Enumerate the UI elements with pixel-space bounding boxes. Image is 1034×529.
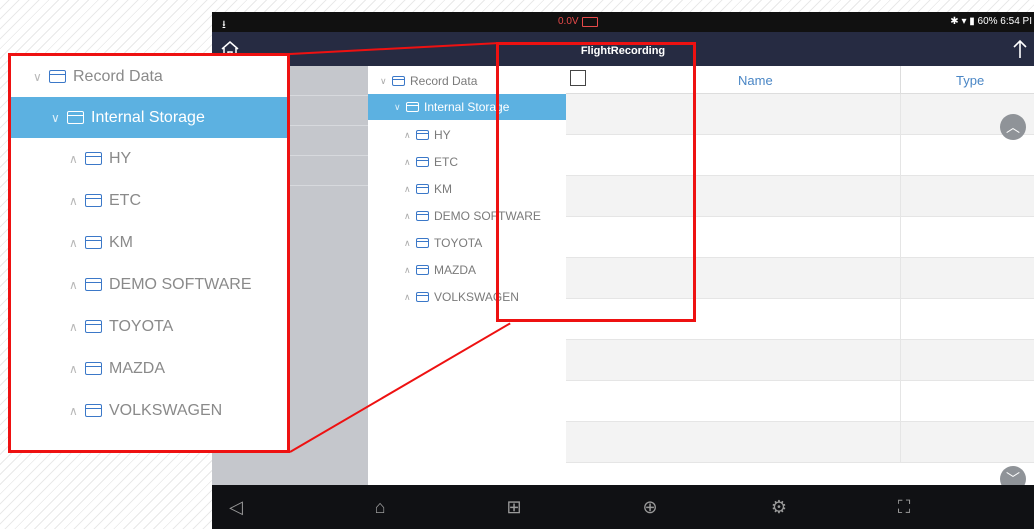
folder-icon xyxy=(416,211,429,221)
zoom-tree-item-mazda: ∧ MAZDA xyxy=(11,348,287,389)
zoom-tree-item-km: ∧ KM xyxy=(11,222,287,263)
zoom-tree-root: ∨ Record Data xyxy=(11,56,287,97)
zoom-tree-item-label: KM xyxy=(109,233,133,251)
folder-icon xyxy=(416,184,429,194)
tree-item-label: KM xyxy=(434,182,452,196)
battery-warning-icon xyxy=(581,16,598,27)
column-divider xyxy=(900,66,901,93)
chevron-up-icon: ∧ xyxy=(404,156,411,167)
folder-icon xyxy=(49,70,66,83)
chevron-up-icon: ∧ xyxy=(404,129,411,140)
globe-icon[interactable]: ⊕ xyxy=(638,495,662,519)
zoom-tree-item-label: Internal Storage xyxy=(91,108,205,126)
chevron-up-icon: ∧ xyxy=(69,361,78,376)
zoom-tree-item-demo-software: ∧ DEMO SOFTWARE xyxy=(11,264,287,305)
status-right: ✱ ▾ ▮ 60% 6:54 PI xyxy=(950,16,1032,27)
chevron-up-icon: ∧ xyxy=(69,151,78,166)
chevron-up-icon: ∧ xyxy=(404,291,411,302)
table-row xyxy=(566,381,1034,422)
zoom-tree-item-label: DEMO SOFTWARE xyxy=(109,275,252,293)
folder-icon xyxy=(85,236,102,249)
chevron-up-icon: ∧ xyxy=(404,210,411,221)
folder-icon xyxy=(85,152,102,165)
folder-icon xyxy=(416,157,429,167)
tree-root-label: Record Data xyxy=(410,74,478,88)
home-nav-icon[interactable]: ⌂ xyxy=(368,495,392,519)
zoom-tree-item-hy: ∧ HY xyxy=(11,138,287,179)
tree-item-label: HY xyxy=(434,128,451,142)
folder-icon xyxy=(416,130,429,140)
zoom-tree-item-internal-storage: ∨ Internal Storage xyxy=(11,97,287,138)
folder-icon xyxy=(85,404,102,417)
folder-icon xyxy=(392,76,405,86)
zoom-callout: ∨ Record Data ∨ Internal Storage ∧ HY ∧ … xyxy=(8,53,290,453)
folder-icon xyxy=(406,102,419,112)
chevron-up-icon: ∧ xyxy=(69,235,78,250)
voltage-text: 0.0V xyxy=(558,16,579,27)
folder-icon xyxy=(416,265,429,275)
chevron-up-icon: ∧ xyxy=(69,403,78,418)
zoom-tree-item-volkswagen: ∧ VOLKSWAGEN xyxy=(11,390,287,431)
zoom-tree-item-label: HY xyxy=(109,149,132,167)
folder-icon xyxy=(67,111,84,124)
highlight-box xyxy=(496,42,696,322)
chevron-down-icon: ∨ xyxy=(380,75,387,86)
column-header-name[interactable]: Name xyxy=(738,73,773,88)
chevron-up-icon: ∧ xyxy=(404,264,411,275)
chevron-up-icon: ∧ xyxy=(69,277,78,292)
zoom-tree-root-label: Record Data xyxy=(73,67,163,85)
chevron-down-icon: ∨ xyxy=(394,101,401,112)
zoom-tree-item-etc: ∧ ETC xyxy=(11,180,287,221)
status-bar: ⭳ 0.0V ✱ ▾ ▮ 60% 6:54 PI xyxy=(212,12,1034,32)
folder-icon xyxy=(416,292,429,302)
tree-item-label: ETC xyxy=(434,155,458,169)
chevron-up-icon: ∧ xyxy=(404,183,411,194)
zoom-tree-item-toyota: ∧ TOYOTA xyxy=(11,306,287,347)
folder-icon xyxy=(416,238,429,248)
zoom-tree-item-label: TOYOTA xyxy=(109,317,174,335)
folder-icon xyxy=(85,320,102,333)
tree-item-label: MAZDA xyxy=(434,263,476,277)
column-header-type[interactable]: Type xyxy=(956,73,984,88)
tree-item-label: TOYOTA xyxy=(434,236,483,250)
system-nav-bar: ◁ ⌂ ⊞ ⊕ ⚙ ⛶ xyxy=(212,485,1034,529)
apps-icon[interactable]: ⊞ xyxy=(502,495,526,519)
upload-icon[interactable] xyxy=(1010,38,1030,60)
settings-icon[interactable]: ⚙ xyxy=(767,495,791,519)
table-row xyxy=(566,340,1034,381)
table-row xyxy=(566,422,1034,463)
folder-icon xyxy=(85,194,102,207)
chevron-up-icon: ∧ xyxy=(69,193,78,208)
scroll-up-button[interactable]: ︿ xyxy=(1000,114,1026,140)
chevron-up-icon: ∧ xyxy=(404,237,411,248)
chevron-down-icon: ∨ xyxy=(33,69,42,84)
zoom-tree-item-label: VOLKSWAGEN xyxy=(109,401,223,419)
chevron-up-icon: ∧ xyxy=(69,319,78,334)
folder-icon xyxy=(85,278,102,291)
back-icon[interactable]: ◁ xyxy=(224,495,248,519)
chevron-down-icon: ∨ xyxy=(51,110,60,125)
zoom-tree-item-label: MAZDA xyxy=(109,359,165,377)
screenshot-icon[interactable]: ⛶ xyxy=(892,495,916,519)
voltage-indicator: 0.0V xyxy=(558,16,598,27)
zoom-tree-item-label: ETC xyxy=(109,191,141,209)
folder-icon xyxy=(85,362,102,375)
